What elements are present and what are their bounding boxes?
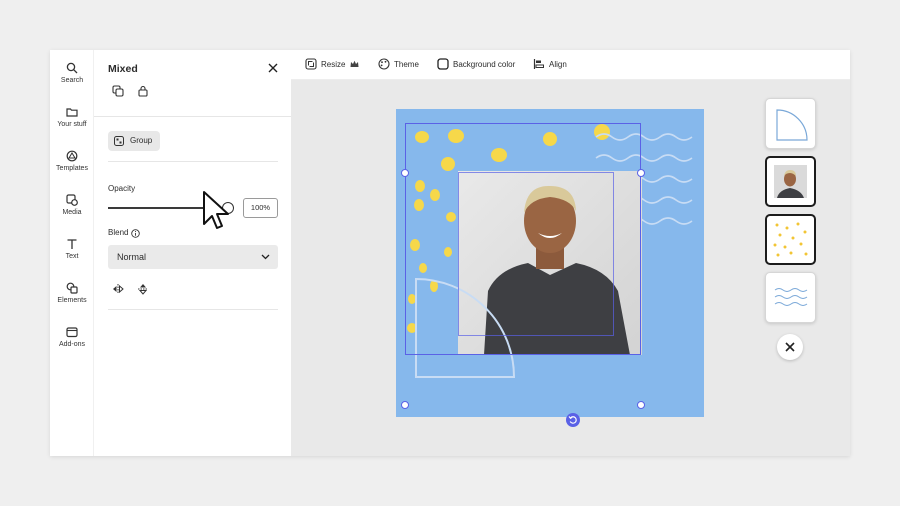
close-icon bbox=[785, 342, 795, 352]
align-icon bbox=[533, 59, 544, 69]
layer-thumbnail-waves[interactable] bbox=[765, 272, 816, 323]
opacity-slider-fill bbox=[108, 207, 228, 209]
search-icon bbox=[66, 62, 78, 74]
lock-icon[interactable] bbox=[137, 85, 149, 97]
opacity-slider[interactable] bbox=[108, 202, 234, 214]
resize-label: Resize bbox=[321, 60, 346, 69]
resize-icon bbox=[305, 58, 317, 70]
rail-item-add-ons[interactable]: Add-ons bbox=[50, 326, 94, 366]
align-button[interactable]: Align bbox=[533, 58, 571, 72]
rail-item-text[interactable]: Text bbox=[50, 238, 94, 278]
resize-handle-bottom-right[interactable] bbox=[637, 401, 645, 409]
blend-label: Blend bbox=[108, 228, 129, 237]
panel-title: Mixed bbox=[108, 63, 138, 75]
divider bbox=[108, 309, 278, 310]
quarter-circle-shape bbox=[415, 277, 516, 378]
rail-item-elements[interactable]: Elements bbox=[50, 282, 94, 322]
top-toolbar: Resize Theme Background color Align bbox=[291, 50, 850, 80]
resize-handle-top-left[interactable] bbox=[401, 169, 409, 177]
text-icon bbox=[67, 239, 77, 249]
rail-label-templates: Templates bbox=[56, 165, 88, 172]
photo-thumb-icon bbox=[774, 165, 807, 198]
left-rail: Search Your stuff Templates Media Text E… bbox=[50, 50, 94, 456]
background-color-label: Background color bbox=[453, 60, 516, 69]
group-icon bbox=[114, 136, 124, 146]
rotate-handle[interactable] bbox=[566, 413, 580, 427]
close-icon[interactable] bbox=[268, 63, 278, 73]
layer-thumbnail-shape[interactable] bbox=[765, 98, 816, 149]
group-button-label: Group bbox=[130, 136, 153, 145]
group-button[interactable]: Group bbox=[108, 131, 160, 151]
rail-label-search: Search bbox=[60, 77, 84, 84]
theme-button[interactable]: Theme bbox=[378, 58, 424, 72]
rail-item-your-stuff[interactable]: Your stuff bbox=[50, 106, 94, 146]
rotate-icon bbox=[568, 416, 577, 424]
flip-vertical-icon[interactable] bbox=[137, 283, 149, 295]
dots-thumb-icon bbox=[773, 222, 808, 257]
artboard[interactable] bbox=[396, 109, 704, 417]
layer-thumbnail-photo[interactable] bbox=[765, 156, 816, 207]
duplicate-icon[interactable] bbox=[112, 85, 124, 97]
rail-label-text: Text bbox=[65, 253, 79, 260]
divider bbox=[108, 161, 278, 162]
app-window: Search Your stuff Templates Media Text E… bbox=[50, 50, 850, 456]
opacity-input[interactable]: 100% bbox=[243, 198, 278, 218]
layer-thumbnail-dots[interactable] bbox=[765, 214, 816, 265]
flip-horizontal-icon[interactable] bbox=[112, 283, 124, 295]
color-swatch-icon bbox=[437, 58, 449, 70]
folder-icon bbox=[66, 108, 78, 117]
rail-label-elements: Elements bbox=[57, 297, 87, 304]
resize-handle-bottom-left[interactable] bbox=[401, 401, 409, 409]
templates-icon bbox=[66, 150, 78, 162]
background-color-button[interactable]: Background color bbox=[437, 58, 519, 72]
rail-label-media: Media bbox=[62, 209, 82, 216]
canvas-area bbox=[291, 80, 850, 456]
rail-label-your-stuff: Your stuff bbox=[57, 121, 87, 128]
media-icon bbox=[66, 194, 78, 206]
align-label: Align bbox=[549, 60, 567, 69]
theme-palette-icon bbox=[378, 58, 390, 70]
premium-crown-icon bbox=[350, 60, 359, 67]
rail-item-search[interactable]: Search bbox=[50, 62, 94, 102]
rail-item-templates[interactable]: Templates bbox=[50, 150, 94, 190]
rail-item-media[interactable]: Media bbox=[50, 194, 94, 234]
info-icon[interactable] bbox=[131, 229, 140, 238]
chevron-down-icon bbox=[261, 254, 270, 260]
addons-icon bbox=[66, 327, 78, 338]
opacity-slider-thumb[interactable] bbox=[222, 202, 234, 214]
theme-label: Theme bbox=[394, 60, 419, 69]
quarter-circle-thumb-icon bbox=[776, 109, 808, 141]
shapes-icon bbox=[66, 282, 78, 294]
opacity-label: Opacity bbox=[108, 184, 136, 193]
rail-label-add-ons: Add-ons bbox=[58, 341, 86, 348]
blend-select-value: Normal bbox=[117, 252, 147, 262]
resize-handle-top-right[interactable] bbox=[637, 169, 645, 177]
blend-select[interactable]: Normal bbox=[108, 245, 278, 269]
divider bbox=[94, 116, 291, 117]
close-layers-button[interactable] bbox=[777, 334, 803, 360]
waves-thumb-icon bbox=[774, 288, 808, 306]
properties-panel: Mixed Group Opacity 100% Blend Normal bbox=[94, 50, 291, 456]
